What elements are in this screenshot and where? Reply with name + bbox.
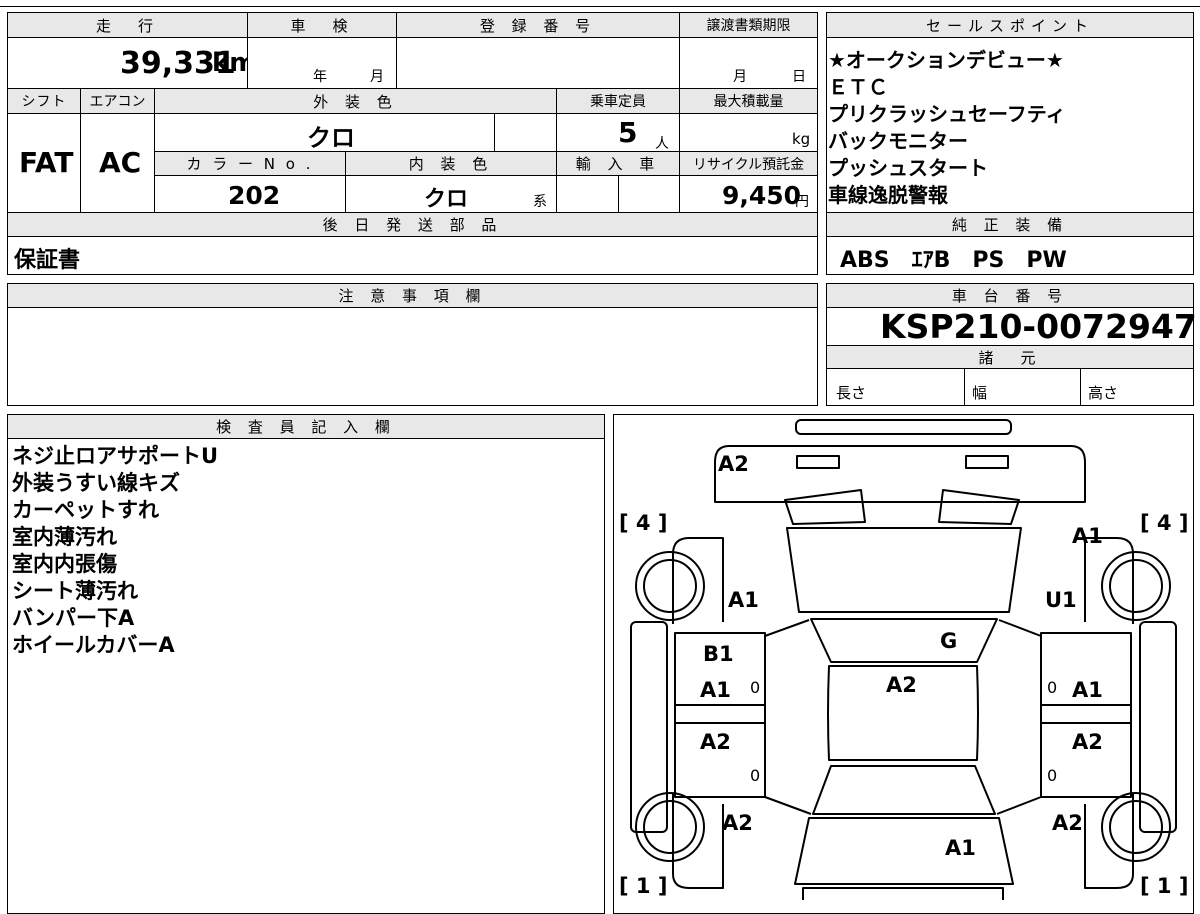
max-load-unit: kg xyxy=(792,130,811,148)
sales-point-item: ★オークションデビュー★ xyxy=(828,48,1064,72)
inspector-note-item: 外装うすい線キズ xyxy=(12,471,180,495)
damage-rear-left-fender: A2 xyxy=(722,811,753,835)
damage-rear-left-door: A2 xyxy=(700,730,731,754)
interior-color-suffix: 系 xyxy=(533,194,547,210)
inspector-note-item: ホイールカバーA xyxy=(12,633,175,657)
tire-tread-front-right: [ 4 ] xyxy=(1140,511,1189,535)
tire-tread-rear-right: [ 1 ] xyxy=(1140,874,1189,898)
registration-cell xyxy=(396,37,680,89)
sales-point-item: バックモニター xyxy=(828,129,968,153)
aircon-header: エアコン xyxy=(80,88,155,114)
shift-header: シフト xyxy=(7,88,81,114)
sales-points-header: セールスポイント xyxy=(826,12,1194,38)
registration-header: 登 録 番 号 xyxy=(396,12,680,38)
recycle-value: 9,450 xyxy=(722,181,802,210)
genuine-equipment-value: ABS ｴｱB PS PW xyxy=(840,248,1067,273)
tire-tread-front-left: [ 4 ] xyxy=(619,511,668,535)
exterior-color-sub-cell xyxy=(494,113,557,152)
car-diagram xyxy=(630,419,1177,900)
inspector-note-item: 室内内張傷 xyxy=(12,552,117,576)
transfer-deadline-header: 譲渡書類期限 xyxy=(679,12,818,38)
interior-color-value: クロ xyxy=(424,187,469,212)
sales-point-item: プッシュスタート xyxy=(828,156,988,180)
damage-front-right-fender: A1 xyxy=(1072,524,1103,548)
inspector-note-item: カーペットすれ xyxy=(12,498,159,522)
tire-tread-rear-left: [ 1 ] xyxy=(619,874,668,898)
inspector-note-item: シート薄汚れ xyxy=(12,579,138,603)
damage-rear-right-fender: A2 xyxy=(1052,811,1083,835)
import-header: 輸 入 車 xyxy=(556,151,680,176)
exterior-color-header: 外 装 色 xyxy=(154,88,557,114)
spec-height-label: 高さ xyxy=(1088,384,1119,402)
color-no-value: 202 xyxy=(228,181,281,210)
recycle-unit: 円 xyxy=(795,194,809,210)
specs-header: 諸 元 xyxy=(826,345,1194,369)
sales-point-item: 車線逸脱警報 xyxy=(828,183,948,207)
exterior-color-value: クロ xyxy=(307,124,355,152)
max-load-header: 最大積載量 xyxy=(679,88,818,114)
inspector-note-item: バンパー下A xyxy=(12,606,135,630)
inspector-header: 検 査 員 記 入 欄 xyxy=(7,414,605,439)
damage-front-left-door-a: A1 xyxy=(700,678,731,702)
import-cell-2 xyxy=(618,175,680,213)
damage-roof: A2 xyxy=(886,673,917,697)
zero-mark-1: 0 xyxy=(750,678,761,697)
recycle-header: リサイクル預託金 xyxy=(679,151,818,176)
shaken-month: 月 xyxy=(370,69,384,85)
damage-front-left-fender: A1 xyxy=(728,588,759,612)
interior-color-header: 内 装 色 xyxy=(345,151,557,176)
sales-point-item: ＥＴＣ xyxy=(828,75,888,99)
deadline-month: 月 xyxy=(733,69,747,85)
capacity-value: 5 xyxy=(618,116,638,149)
shift-value: FAT xyxy=(19,146,74,179)
shaken-header: 車 検 xyxy=(247,12,397,38)
zero-mark-3: 0 xyxy=(750,766,761,785)
genuine-equipment-header: 純 正 装 備 xyxy=(826,212,1194,237)
damage-windshield: G xyxy=(940,629,958,653)
top-edge-row xyxy=(0,0,1200,7)
import-cell-1 xyxy=(556,175,619,213)
capacity-header: 乗車定員 xyxy=(556,88,680,114)
zero-mark-2: 0 xyxy=(1047,678,1058,697)
damage-front-right-door: A1 xyxy=(1072,678,1103,702)
zero-mark-4: 0 xyxy=(1047,766,1058,785)
damage-hood-right: U1 xyxy=(1045,588,1077,612)
inspector-note-item: 室内薄汚れ xyxy=(12,525,117,549)
color-no-header: カ ラ ー N o . xyxy=(154,151,346,176)
notes-header: 注 意 事 項 欄 xyxy=(7,283,818,308)
damage-front-left-door-b: B1 xyxy=(703,642,734,666)
spec-length-label: 長さ xyxy=(836,384,867,402)
chassis-no-header: 車 台 番 号 xyxy=(826,283,1194,308)
mileage-header: 走 行 xyxy=(7,12,248,38)
shaken-year: 年 xyxy=(313,69,327,85)
damage-rear-right-door: A2 xyxy=(1072,730,1103,754)
damage-rear: A1 xyxy=(945,836,976,860)
later-parts-value: 保証書 xyxy=(14,248,81,273)
damage-front-bumper: A2 xyxy=(718,452,749,476)
inspector-note-item: ネジ止ロアサポートU xyxy=(12,444,219,468)
capacity-unit: 人 xyxy=(655,136,669,152)
spec-width-label: 幅 xyxy=(972,384,988,402)
chassis-no-value: KSP210-0072947 xyxy=(880,307,1197,346)
aircon-value: AC xyxy=(99,146,142,179)
deadline-day: 日 xyxy=(792,69,806,85)
later-parts-header: 後 日 発 送 部 品 xyxy=(7,212,818,237)
sales-point-item: プリクラッシュセーフティ xyxy=(828,102,1066,126)
